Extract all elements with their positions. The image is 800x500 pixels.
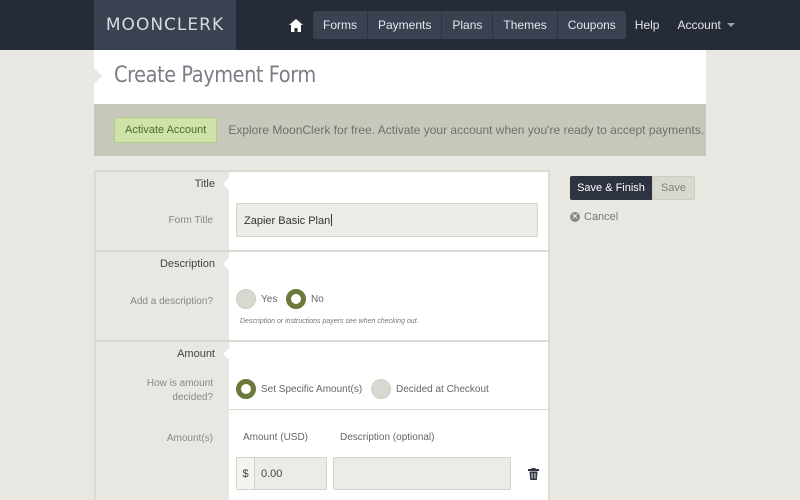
set-specific-amount-label: Set Specific Amount(s) [261, 383, 363, 395]
save-and-finish-button[interactable]: Save & Finish [570, 176, 652, 200]
amount-value: 0.00 [261, 468, 283, 480]
currency-prefix: $ [237, 458, 255, 489]
nav-account-label: Account [677, 18, 721, 32]
amount-section: Amount How is amount decided? Amount(s) … [96, 342, 548, 500]
description-yes-radio[interactable]: Yes [236, 289, 277, 309]
form-title-value: Zapier Basic Plan [244, 215, 331, 227]
description-section: Description Add a description? Yes No De… [96, 252, 548, 340]
cancel-label: Cancel [584, 211, 619, 223]
form-title-label: Form Title [168, 215, 213, 226]
description-yes-label: Yes [261, 293, 278, 305]
logo-text-moon: MOON [105, 15, 165, 35]
top-nav-bar: MOONCLERK Forms Payments Plans Themes Co… [0, 0, 800, 50]
page-header: Create Payment Form [94, 50, 706, 104]
radio-off-icon [371, 379, 391, 399]
amount-method-label-line2: decided? [172, 392, 213, 403]
nav-plans[interactable]: Plans [442, 11, 494, 39]
text-cursor [331, 214, 333, 226]
activate-banner: Activate Account Explore MoonClerk for f… [94, 104, 706, 156]
amount-method-label-line1: How is amount [146, 378, 213, 389]
amount-description-input[interactable] [333, 457, 511, 490]
description-optional-header: Description (optional) [340, 432, 435, 443]
nav-themes[interactable]: Themes [493, 11, 558, 39]
amount-input[interactable]: $ 0.00 [236, 457, 327, 490]
logo-text-clerk: CLERK [164, 15, 225, 35]
amount-method-label: How is amount decided? [96, 377, 213, 405]
nav-account[interactable]: Account [668, 11, 743, 39]
form-title-input[interactable]: Zapier Basic Plan [236, 203, 538, 237]
add-description-label: Add a description? [130, 296, 213, 307]
amount-usd-header: Amount (USD) [243, 432, 309, 443]
nav-forms[interactable]: Forms [313, 11, 368, 39]
banner-text: Explore MoonClerk for free. Activate you… [228, 123, 705, 137]
cancel-button[interactable]: ✕ Cancel [570, 211, 618, 223]
decided-at-checkout-radio[interactable]: Decided at Checkout [371, 379, 489, 399]
section-heading-amount: Amount [177, 348, 215, 360]
decided-at-checkout-label: Decided at Checkout [396, 383, 489, 395]
payment-form-card: Title Form Title Zapier Basic Plan Descr… [94, 170, 550, 500]
nav-group: Forms Payments Plans Themes Coupons [313, 11, 626, 39]
home-icon[interactable] [283, 11, 309, 39]
radio-on-icon [236, 379, 256, 399]
set-specific-amount-radio[interactable]: Set Specific Amount(s) [236, 379, 362, 399]
radio-on-icon [286, 289, 306, 309]
description-hint: Description or instructions payers see w… [240, 318, 419, 325]
description-no-label: No [311, 293, 324, 305]
amounts-label: Amount(s) [166, 433, 213, 444]
nav-payments[interactable]: Payments [368, 11, 443, 39]
trash-icon[interactable] [528, 467, 539, 485]
section-heading-title: Title [194, 178, 215, 190]
description-no-radio[interactable]: No [286, 289, 324, 309]
nav-coupons[interactable]: Coupons [558, 11, 626, 39]
logo[interactable]: MOONCLERK [94, 0, 236, 50]
activate-account-button[interactable]: Activate Account [114, 117, 218, 143]
chevron-down-icon [726, 23, 735, 27]
radio-off-icon [236, 289, 256, 309]
page-title: Create Payment Form [114, 63, 316, 88]
section-heading-description: Description [159, 258, 215, 270]
amount-divider [229, 409, 548, 410]
save-button[interactable]: Save [652, 176, 695, 200]
close-icon: ✕ [570, 212, 580, 222]
nav-help[interactable]: Help [626, 11, 669, 39]
main-nav: Forms Payments Plans Themes Coupons Help… [283, 11, 744, 39]
title-section: Title Form Title Zapier Basic Plan [96, 172, 548, 250]
